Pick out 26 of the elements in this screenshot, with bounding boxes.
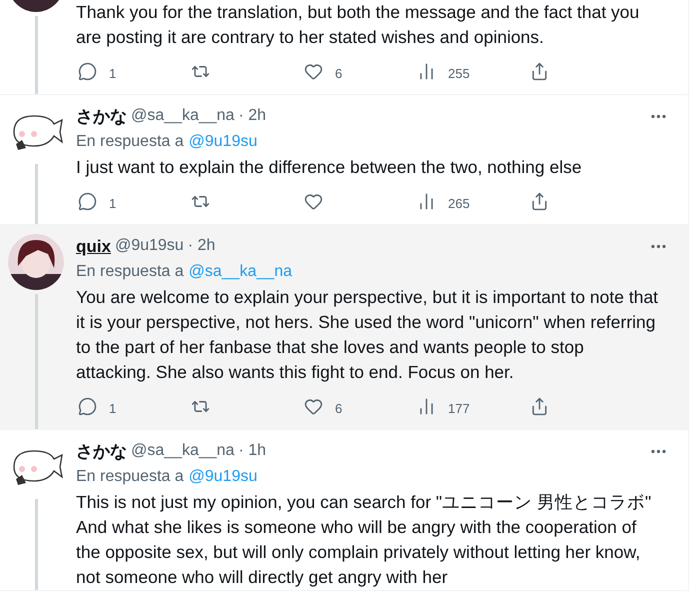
tweet-text: This is not just my opinion, you can search for "ユニコーン 男性とコラボ" And what she likes is someone who will be angry with the cooperation of the opposite sex, but will only complain privately without letting her know, not someone who will directly get angry with her [76, 491, 652, 589]
action-count: 6 [335, 65, 342, 83]
reply-label: En respuesta a [76, 262, 184, 282]
action-count: 255 [448, 65, 470, 83]
user-name[interactable]: さかな [76, 438, 127, 464]
reply-label: En respuesta a [76, 467, 184, 487]
user-name[interactable]: さかな [76, 104, 127, 129]
tweet-text: You are welcome to explain your perspective, but it is important to note that it is your perspective, not hers. She used the word "unicorn" when referring to the part of her fanbase that she loves and wants people to stop attacking. She also wants this fight to end. Focus on her. [76, 286, 660, 384]
action-count: 6 [335, 400, 342, 418]
post-time[interactable]: · 2h [188, 234, 216, 258]
user-handle[interactable]: @9u19su [114, 234, 184, 258]
action-count: 177 [448, 400, 470, 418]
user-handle[interactable]: @sa__ka__na [131, 439, 234, 464]
action-count: 1 [109, 400, 116, 418]
action-count: 1 [109, 195, 116, 213]
tweet-text: Thank you for the translation, but both the message and the fact that you are posting it are contrary to her stated wishes and opinions. [76, 1, 640, 49]
user-handle[interactable]: @sa__ka__na [131, 104, 234, 128]
tweet-card[interactable]: さかな @sa__ka__na · 2h En respuesta a @9u19su I just want to explain the difference between the two, nothing else 1 265 [0, 94, 688, 224]
post-time[interactable]: · 1h [238, 439, 266, 464]
user-name[interactable]: quix [76, 234, 111, 259]
post-time[interactable]: · 2h [238, 104, 266, 128]
tweet-card[interactable]: Thank you for the translation, but both the message and the fact that you are posting it are contrary to her stated wishes and opinions. 1 6 255 [0, 0, 688, 94]
tweet-text: I just want to explain the difference between the two, nothing else [76, 156, 583, 179]
reply-label: En respuesta a [76, 132, 184, 152]
action-count: 1 [109, 65, 116, 83]
action-count: 265 [448, 195, 470, 213]
